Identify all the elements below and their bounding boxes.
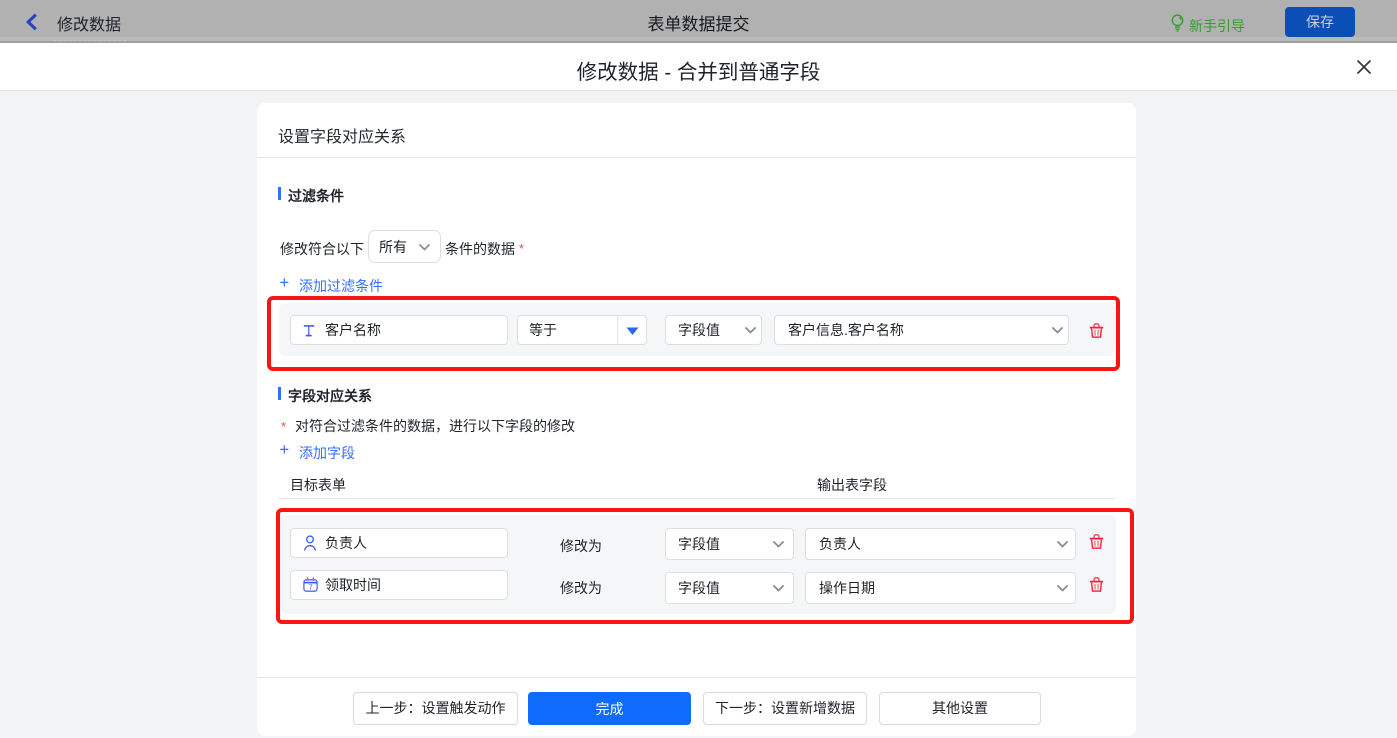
svg-text:7: 7	[308, 582, 312, 591]
